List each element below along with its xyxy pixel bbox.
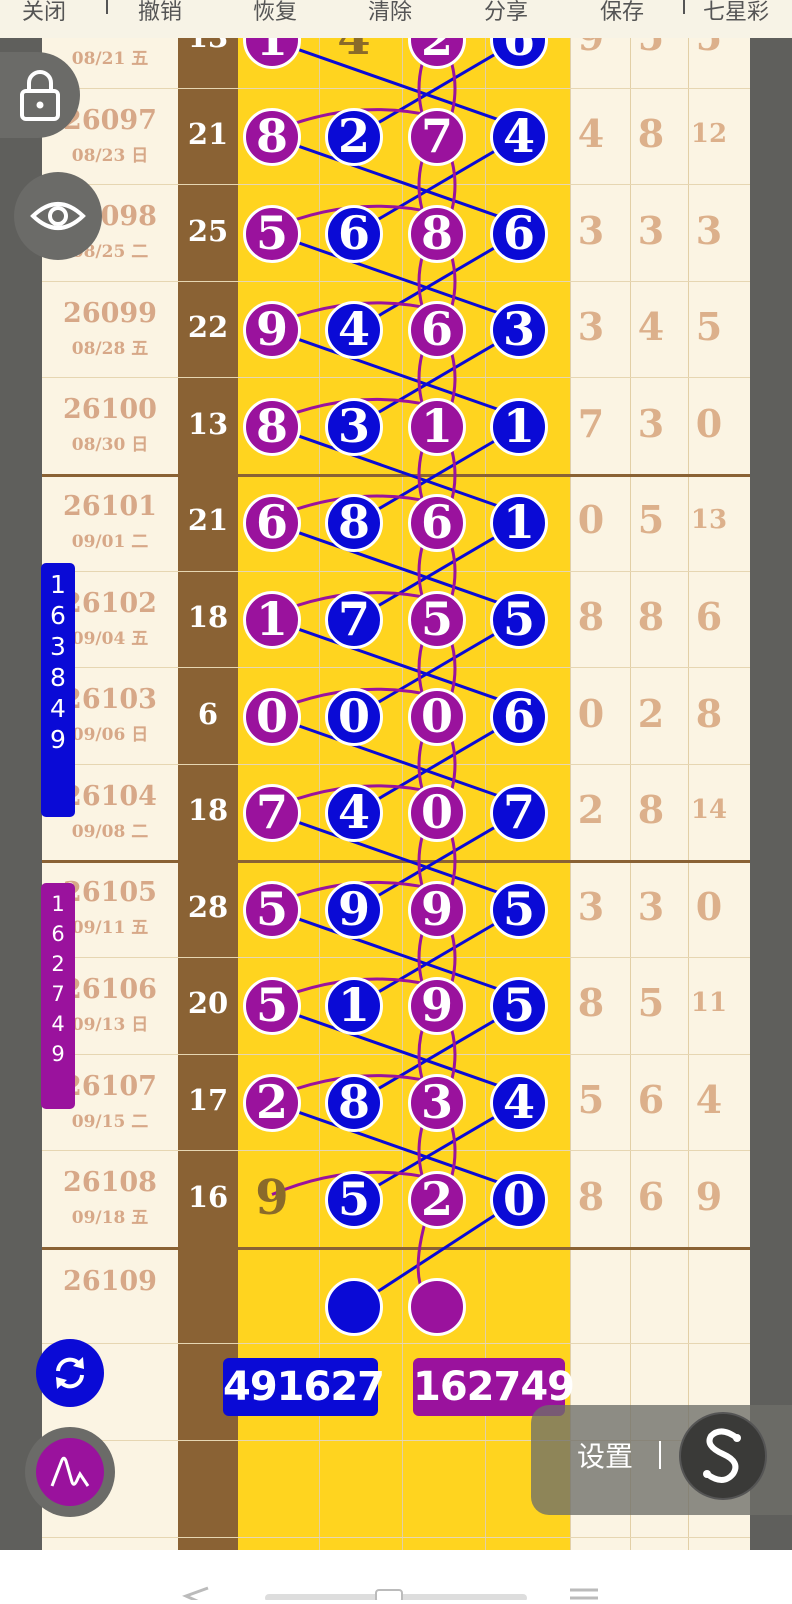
blue-ball[interactable]: 0 xyxy=(325,687,383,746)
undo-button[interactable]: 撤销 xyxy=(138,0,182,26)
purple-ball[interactable]: 9 xyxy=(408,977,466,1036)
close-button[interactable]: 关闭 xyxy=(22,0,66,26)
purple-ball[interactable]: 5 xyxy=(243,880,301,939)
purple-ball[interactable]: 5 xyxy=(243,977,301,1036)
settings-bar: 设置 xyxy=(531,1405,792,1515)
purple-ball[interactable]: 9 xyxy=(243,301,301,360)
blue-ball[interactable]: 5 xyxy=(490,977,548,1036)
settings-divider xyxy=(659,1441,661,1469)
purple-ball[interactable]: 0 xyxy=(243,687,301,746)
pen-icon xyxy=(50,1456,90,1487)
s-logo-button[interactable] xyxy=(679,1412,767,1500)
blue-ball[interactable]: 6 xyxy=(490,687,548,746)
save-button[interactable]: 保存 xyxy=(600,0,644,26)
left-margin xyxy=(0,38,42,1550)
blue-ball[interactable]: 5 xyxy=(325,1170,383,1229)
purple-strip-digit: 2 xyxy=(51,952,65,976)
blue-ball[interactable]: 5 xyxy=(490,880,548,939)
blue-ball[interactable]: 4 xyxy=(325,301,383,360)
blue-ball[interactable]: 7 xyxy=(325,590,383,649)
blue-ball[interactable]: 6 xyxy=(325,204,383,263)
purple-ball[interactable]: 0 xyxy=(408,687,466,746)
purple-number-strip: 1 6 2 7 4 9 xyxy=(41,883,75,1109)
blue-result-label: 491627 xyxy=(223,1358,385,1416)
purple-ball[interactable]: 2 xyxy=(408,1170,466,1229)
blue-ball[interactable]: 8 xyxy=(325,1073,383,1132)
blue-ball[interactable]: 2 xyxy=(325,107,383,166)
purple-ball[interactable]: 1 xyxy=(408,397,466,456)
toolbar-divider xyxy=(106,0,108,14)
next-blue-ball[interactable] xyxy=(325,1278,383,1336)
blue-strip-digit: 4 xyxy=(50,694,66,723)
blue-ball[interactable]: 0 xyxy=(490,1170,548,1229)
purple-ball[interactable]: 5 xyxy=(408,590,466,649)
blue-ball[interactable]: 3 xyxy=(490,301,548,360)
plain-digit: 4 xyxy=(337,38,371,67)
purple-ball[interactable]: 9 xyxy=(408,880,466,939)
purple-strip-digit: 4 xyxy=(51,1012,65,1036)
blue-ball[interactable]: 4 xyxy=(490,107,548,166)
blue-strip-digit: 8 xyxy=(50,663,66,692)
trend-chart-grid[interactable]: 2609608/21 五139552609708/23 日21481226098… xyxy=(42,38,750,1550)
purple-strip-digit: 1 xyxy=(51,892,65,916)
purple-strip-digit: 7 xyxy=(51,982,65,1006)
settings-button[interactable]: 设置 xyxy=(577,1435,633,1475)
blue-ball[interactable]: 4 xyxy=(325,784,383,843)
purple-strip-digit: 6 xyxy=(51,922,65,946)
blue-ball[interactable]: 1 xyxy=(325,977,383,1036)
refresh-button[interactable] xyxy=(36,1339,104,1407)
blue-ball[interactable]: 1 xyxy=(490,397,548,456)
next-purple-ball[interactable] xyxy=(408,1278,466,1336)
purple-ball[interactable]: 6 xyxy=(243,494,301,553)
blue-strip-digit: 3 xyxy=(50,632,66,661)
purple-ball[interactable]: 7 xyxy=(408,107,466,166)
purple-ball[interactable]: 0 xyxy=(408,784,466,843)
blue-ball[interactable]: 6 xyxy=(490,204,548,263)
back-icon[interactable] xyxy=(182,1586,209,1604)
blue-ball[interactable]: 8 xyxy=(325,494,383,553)
clear-button[interactable]: 清除 xyxy=(368,0,412,26)
eye-icon xyxy=(30,202,86,230)
connection-lines xyxy=(271,38,520,1309)
s-logo-icon xyxy=(703,1428,741,1483)
blue-ball[interactable]: 9 xyxy=(325,880,383,939)
system-nav-bar xyxy=(0,1550,792,1604)
blue-ball[interactable]: 3 xyxy=(325,397,383,456)
blue-ball[interactable]: 5 xyxy=(490,590,548,649)
purple-strip-digit: 9 xyxy=(51,1042,65,1066)
eye-toggle-button[interactable] xyxy=(14,172,102,260)
top-toolbar: 关闭 撤销 恢复 清除 分享 保存 七星彩 xyxy=(0,0,792,39)
home-handle xyxy=(375,1589,403,1603)
lottery-type-button[interactable]: 七星彩 xyxy=(703,0,769,26)
right-margin xyxy=(750,38,792,1550)
refresh-icon xyxy=(56,1357,84,1389)
purple-ball[interactable]: 8 xyxy=(243,107,301,166)
plain-digit: 9 xyxy=(255,1169,289,1226)
purple-ball[interactable]: 3 xyxy=(408,1073,466,1132)
purple-ball[interactable]: 2 xyxy=(243,1073,301,1132)
blue-strip-digit: 1 xyxy=(50,570,66,599)
lock-icon xyxy=(20,70,60,121)
purple-ball[interactable]: 6 xyxy=(408,301,466,360)
menu-icon[interactable] xyxy=(570,1588,598,1600)
share-button[interactable]: 分享 xyxy=(484,0,528,26)
blue-strip-digit: 9 xyxy=(50,725,66,754)
purple-ball[interactable]: 8 xyxy=(408,204,466,263)
blue-number-strip: 163849 xyxy=(41,563,75,817)
blue-strip-digit: 6 xyxy=(50,601,66,630)
draw-button[interactable] xyxy=(25,1427,115,1517)
nav-icons xyxy=(182,1586,598,1604)
blue-ball[interactable]: 1 xyxy=(490,494,548,553)
blue-ball[interactable]: 4 xyxy=(490,1073,548,1132)
purple-ball[interactable]: 7 xyxy=(243,784,301,843)
purple-ball[interactable]: 8 xyxy=(243,397,301,456)
purple-ball[interactable]: 1 xyxy=(243,590,301,649)
purple-ball[interactable]: 5 xyxy=(243,204,301,263)
toolbar-divider xyxy=(683,0,685,14)
purple-ball[interactable]: 6 xyxy=(408,494,466,553)
redo-button[interactable]: 恢复 xyxy=(253,0,297,26)
blue-ball[interactable]: 7 xyxy=(490,784,548,843)
